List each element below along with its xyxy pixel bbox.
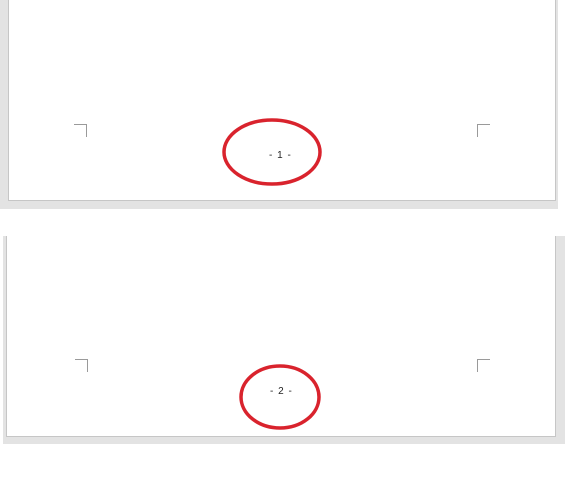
page-1[interactable] [8, 0, 556, 201]
page-1-footer-page-number[interactable]: - 1 - [269, 150, 292, 161]
page-2-left-margin-corner-mark [75, 359, 88, 372]
page-1-left-margin-corner-mark [74, 124, 87, 137]
page-2[interactable] [6, 236, 556, 437]
document-view: - 1 - - 2 - [0, 0, 576, 498]
page-2-right-margin-corner-mark [477, 359, 490, 372]
page-2-footer-page-number[interactable]: - 2 - [270, 386, 293, 397]
page-1-right-margin-corner-mark [477, 124, 490, 137]
